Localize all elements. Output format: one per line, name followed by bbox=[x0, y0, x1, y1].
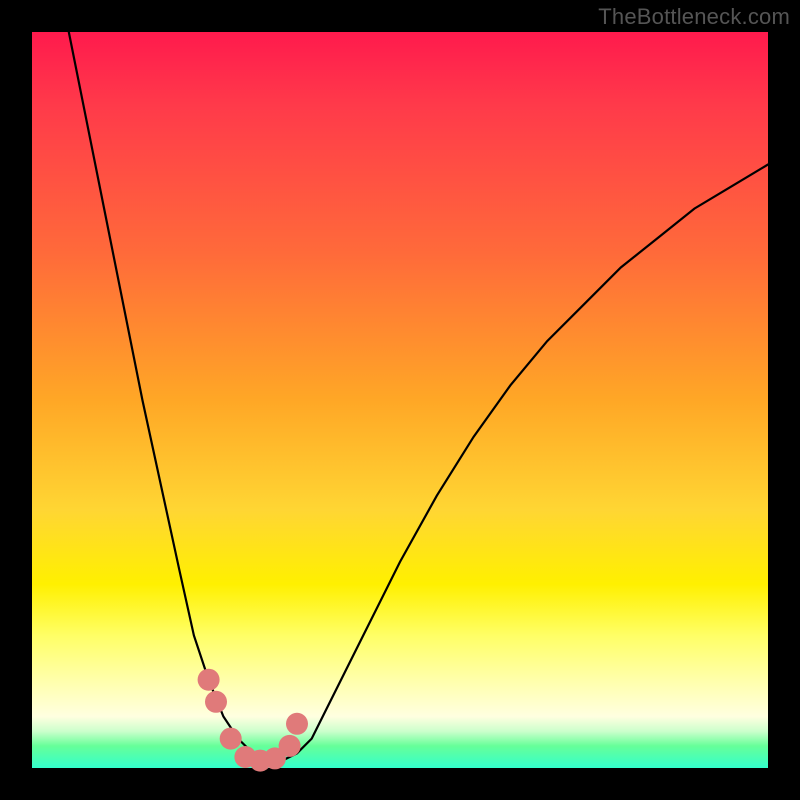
marker-point bbox=[286, 713, 308, 735]
bottleneck-curve bbox=[69, 32, 768, 761]
watermark-text: TheBottleneck.com bbox=[598, 4, 790, 30]
marker-point bbox=[205, 691, 227, 713]
chart-frame: TheBottleneck.com bbox=[0, 0, 800, 800]
plot-area bbox=[32, 32, 768, 768]
marker-group bbox=[198, 669, 308, 772]
marker-point bbox=[220, 728, 242, 750]
marker-point bbox=[279, 735, 301, 757]
curve-layer bbox=[32, 32, 768, 768]
marker-point bbox=[198, 669, 220, 691]
